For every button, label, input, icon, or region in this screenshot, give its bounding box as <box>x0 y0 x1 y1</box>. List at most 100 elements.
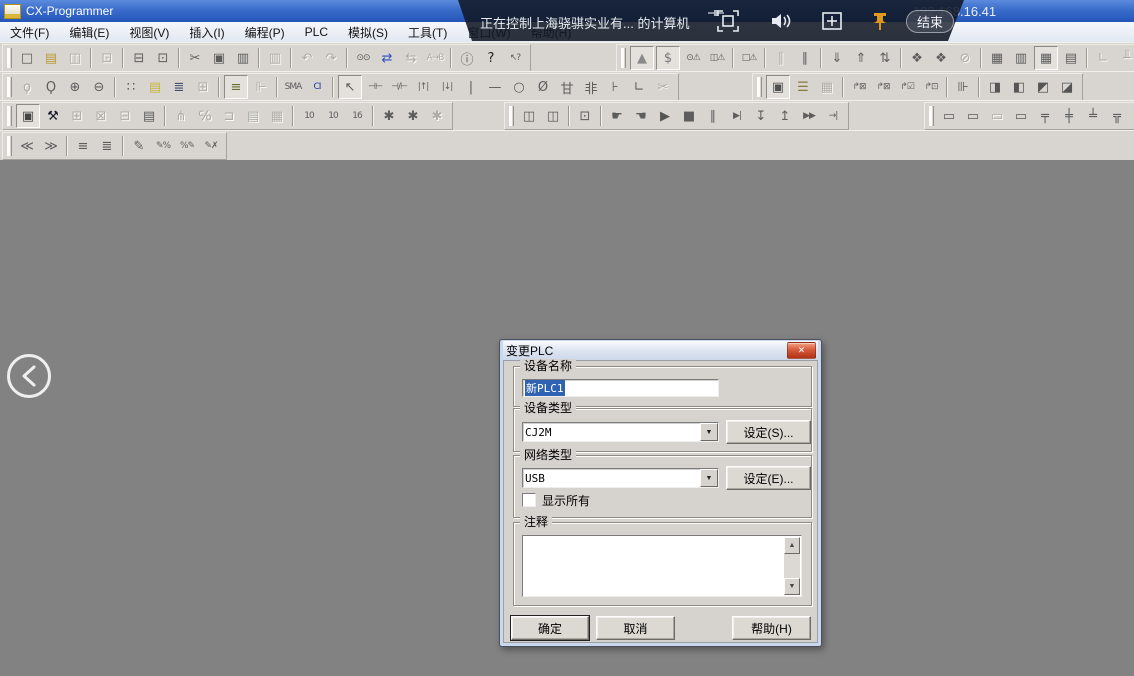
indent-right-button[interactable]: ≫ <box>40 135 62 157</box>
toolbar-grip[interactable] <box>621 48 626 68</box>
pen-delete-button[interactable]: ✎✗ <box>200 135 222 157</box>
rung-above-button[interactable]: ╤ <box>1034 105 1056 127</box>
sim-step-run-button[interactable]: ▶| <box>726 105 748 127</box>
end-session-button[interactable]: 结束 <box>906 10 954 33</box>
find-replace-button[interactable]: ⇄ <box>376 47 398 69</box>
rung-split-button[interactable]: ╤ <box>1130 105 1134 127</box>
menu-program[interactable]: 编程(P) <box>235 22 295 43</box>
work-online-button[interactable]: ▲ <box>630 46 654 70</box>
panel-check-button[interactable]: ◧ <box>1008 76 1030 98</box>
new-window-icon[interactable] <box>820 9 844 33</box>
scroll-down-icon[interactable]: ▼ <box>784 578 800 595</box>
compare-with-plc-button[interactable]: ⇅ <box>874 47 896 69</box>
insert-above-button[interactable]: ↱⊠ <box>848 76 870 98</box>
data-grid-button[interactable]: ▦ <box>816 76 838 98</box>
comment-textarea[interactable]: ▲ ▼ <box>522 535 802 597</box>
save-file-button[interactable]: ◫ <box>64 47 86 69</box>
project-tree-button[interactable]: ⊪ <box>952 76 974 98</box>
block-left-button[interactable]: ≡ <box>72 135 94 157</box>
pen-percent-2-button[interactable]: %✎ <box>176 135 198 157</box>
toolbar-grip[interactable] <box>7 136 12 156</box>
select-mode-button[interactable]: ↖ <box>338 75 362 99</box>
show-pairs-button[interactable]: ⊞ <box>192 76 214 98</box>
undo-button[interactable]: ↶ <box>296 47 318 69</box>
panel-tick-button[interactable]: ◪ <box>1056 76 1078 98</box>
sim-continuous-step-button[interactable]: ▶▶ <box>798 105 820 127</box>
insert-checked-button[interactable]: ↱☑ <box>896 76 918 98</box>
panel-cross-button[interactable]: ◩ <box>1032 76 1054 98</box>
forced-status-button[interactable]: ╨ <box>1116 47 1134 69</box>
redo-button[interactable]: ↷ <box>320 47 342 69</box>
new-closed-contact-button[interactable]: ⊣/⊢ <box>388 76 410 98</box>
toolbar-grip[interactable] <box>7 77 12 97</box>
differential-monitor-2-button[interactable]: ✱ <box>402 105 424 127</box>
breakpoint-clear-button[interactable]: ☚ <box>630 105 652 127</box>
show-rung-list-button[interactable]: ≣ <box>168 76 190 98</box>
monitor-warning-button[interactable]: □⚠ <box>738 47 760 69</box>
rung-wrap-button[interactable]: ⊩ <box>250 76 272 98</box>
network-type-settings-button[interactable]: 设定(E)... <box>726 466 811 490</box>
rung-comment-view-button[interactable]: ⊐ <box>218 105 240 127</box>
sim-run-button[interactable]: ▶ <box>654 105 676 127</box>
auto-online-button[interactable]: $ <box>656 46 680 70</box>
rung-join-button[interactable]: ╦ <box>1106 105 1128 127</box>
partial-transfer-1-button[interactable]: ❖ <box>906 47 928 69</box>
pen-edit-button[interactable]: ✎ <box>128 135 150 157</box>
chevron-down-icon[interactable]: ▼ <box>700 469 718 487</box>
find-button[interactable]: ⊙⊙ <box>352 47 374 69</box>
breakpoint-set-button[interactable]: ☛ <box>606 105 628 127</box>
show-grid-button[interactable]: ∷ <box>120 76 142 98</box>
toolbar-grip[interactable] <box>7 48 12 68</box>
address-reference-button[interactable]: ⊟ <box>114 105 136 127</box>
pen-percent-1-button[interactable]: ✎% <box>152 135 174 157</box>
io-comment-view-button[interactable]: ℅ <box>194 105 216 127</box>
toolbar-grip[interactable] <box>929 106 934 126</box>
vertical-line-button[interactable]: | <box>460 76 482 98</box>
panel-left-button[interactable]: ◨ <box>984 76 1006 98</box>
compile-check-button[interactable]: ⋔ <box>170 105 192 127</box>
show-all-checkbox[interactable] <box>522 493 536 507</box>
new-instruction-button[interactable]: 甘 <box>556 76 578 98</box>
simulator-init-button[interactable]: ◫ <box>542 105 564 127</box>
build-program-button[interactable]: ⚒ <box>42 105 64 127</box>
network-node-3-button[interactable]: ▭ <box>986 105 1008 127</box>
contact-up-diff-button[interactable]: |↑| <box>412 76 434 98</box>
insert-below-button[interactable]: ↱⊠ <box>872 76 894 98</box>
watch-window-button[interactable]: ▣ <box>766 75 790 99</box>
comment-scrollbar[interactable]: ▲ ▼ <box>784 537 800 595</box>
close-icon[interactable]: ✕ <box>787 342 816 359</box>
network-node-2-button[interactable]: ▭ <box>962 105 984 127</box>
monitor-in-rung-button[interactable]: ≡ <box>224 75 248 99</box>
rung-cross-button[interactable]: ╪ <box>1058 105 1080 127</box>
device-type-settings-button[interactable]: 设定(S)... <box>726 420 811 444</box>
toolbar-grip[interactable] <box>757 77 762 97</box>
differential-settings-button[interactable]: ✱ <box>426 105 448 127</box>
cancel-button[interactable]: 取消 <box>596 616 675 640</box>
fullscreen-icon[interactable] <box>716 9 740 33</box>
partial-transfer-2-button[interactable]: ❖ <box>930 47 952 69</box>
paste-special-button[interactable]: ▥ <box>264 47 286 69</box>
watch-window-2-button[interactable]: ⊞ <box>66 105 88 127</box>
about-info-button[interactable]: ⓘ <box>456 47 478 69</box>
forced-set-button[interactable]: ∟ <box>1092 47 1114 69</box>
back-button[interactable] <box>7 354 51 398</box>
io-table-4-button[interactable]: ▤ <box>1060 47 1082 69</box>
network-node-1-button[interactable]: ▭ <box>938 105 960 127</box>
device-name-input[interactable]: 新PLC1 <box>522 379 719 397</box>
io-table-1-button[interactable]: ▦ <box>986 47 1008 69</box>
output-window-button[interactable]: ▣ <box>16 104 40 128</box>
menu-plc[interactable]: PLC <box>295 23 338 41</box>
chevron-down-icon[interactable]: ▼ <box>700 423 718 441</box>
transfer-from-plc-button[interactable]: ⇑ <box>850 47 872 69</box>
change-all-button[interactable]: A→B <box>424 47 446 69</box>
zoom-reset-button[interactable]: ϙ <box>16 76 38 98</box>
sim-step-out-button[interactable]: ↥ <box>774 105 796 127</box>
signed-decimal-monitor-button[interactable]: 10 <box>322 105 344 127</box>
sim-step-in-button[interactable]: ↧ <box>750 105 772 127</box>
mnemonic-view-button[interactable]: SMA <box>282 76 304 98</box>
device-online-warning-button[interactable]: ◫⚠ <box>706 47 728 69</box>
scroll-up-icon[interactable]: ▲ <box>784 537 800 554</box>
new-function-block-button[interactable]: 非 <box>580 76 602 98</box>
t-branch-button[interactable]: ⊦ <box>604 76 626 98</box>
differential-monitor-1-button[interactable]: ✱ <box>378 105 400 127</box>
